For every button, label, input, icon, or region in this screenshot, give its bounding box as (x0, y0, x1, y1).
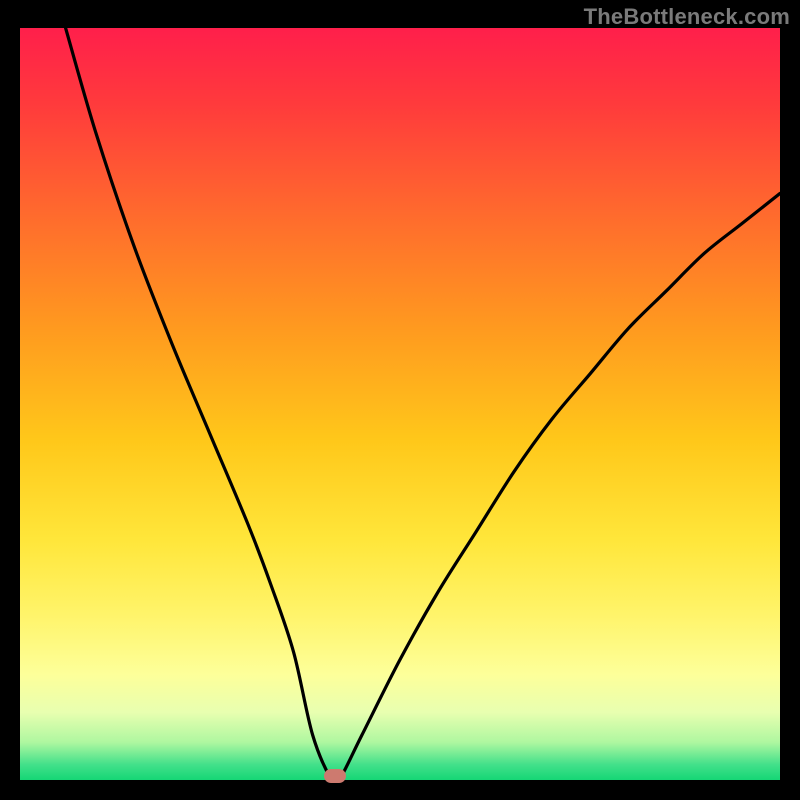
watermark-text: TheBottleneck.com (584, 4, 790, 30)
chart-frame: TheBottleneck.com (0, 0, 800, 800)
curve-svg (20, 28, 780, 780)
curve-path (66, 28, 780, 780)
bottleneck-marker (324, 769, 346, 783)
plot-area (20, 28, 780, 780)
